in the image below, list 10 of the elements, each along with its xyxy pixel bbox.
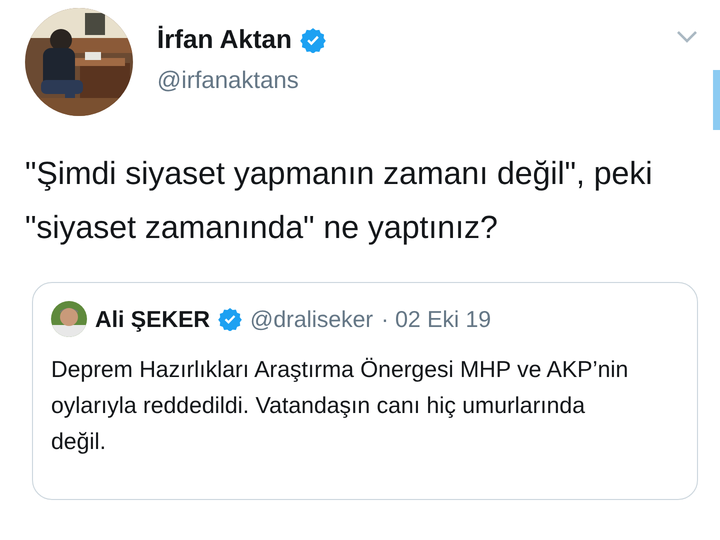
quoted-author-handle[interactable]: @draliseker bbox=[250, 302, 374, 336]
chevron-down-icon[interactable] bbox=[676, 30, 698, 43]
tweet-text: "Şimdi siyaset yapmanın zamanı değil", peki "siyaset zamanında" ne yaptınız? bbox=[25, 154, 654, 247]
author-name[interactable]: İrfan Aktan bbox=[157, 24, 292, 56]
quoted-tweet-card[interactable]: Ali ŞEKER @draliseker · 02 Eki 19 Deprem Hazırlıkları Araştırma Önergesi MHP ve AKP’nin oylarıyla reddedildi. Vatandaşın canı hiç umurlarında değil. bbox=[32, 282, 698, 500]
quoted-tweet-text: Deprem Hazırlıkları Araştırma Önergesi MHP ve AKP’nin oylarıyla reddedildi. Vatandaşın canı hiç umurlarında değil. bbox=[51, 355, 630, 456]
quoted-tweet-date: · 02 Eki 19 bbox=[381, 304, 492, 334]
quoted-author-name[interactable]: Ali ŞEKER bbox=[95, 302, 210, 336]
scrollbar[interactable] bbox=[713, 70, 720, 130]
author-handle[interactable]: @irfanaktans bbox=[157, 63, 326, 100]
